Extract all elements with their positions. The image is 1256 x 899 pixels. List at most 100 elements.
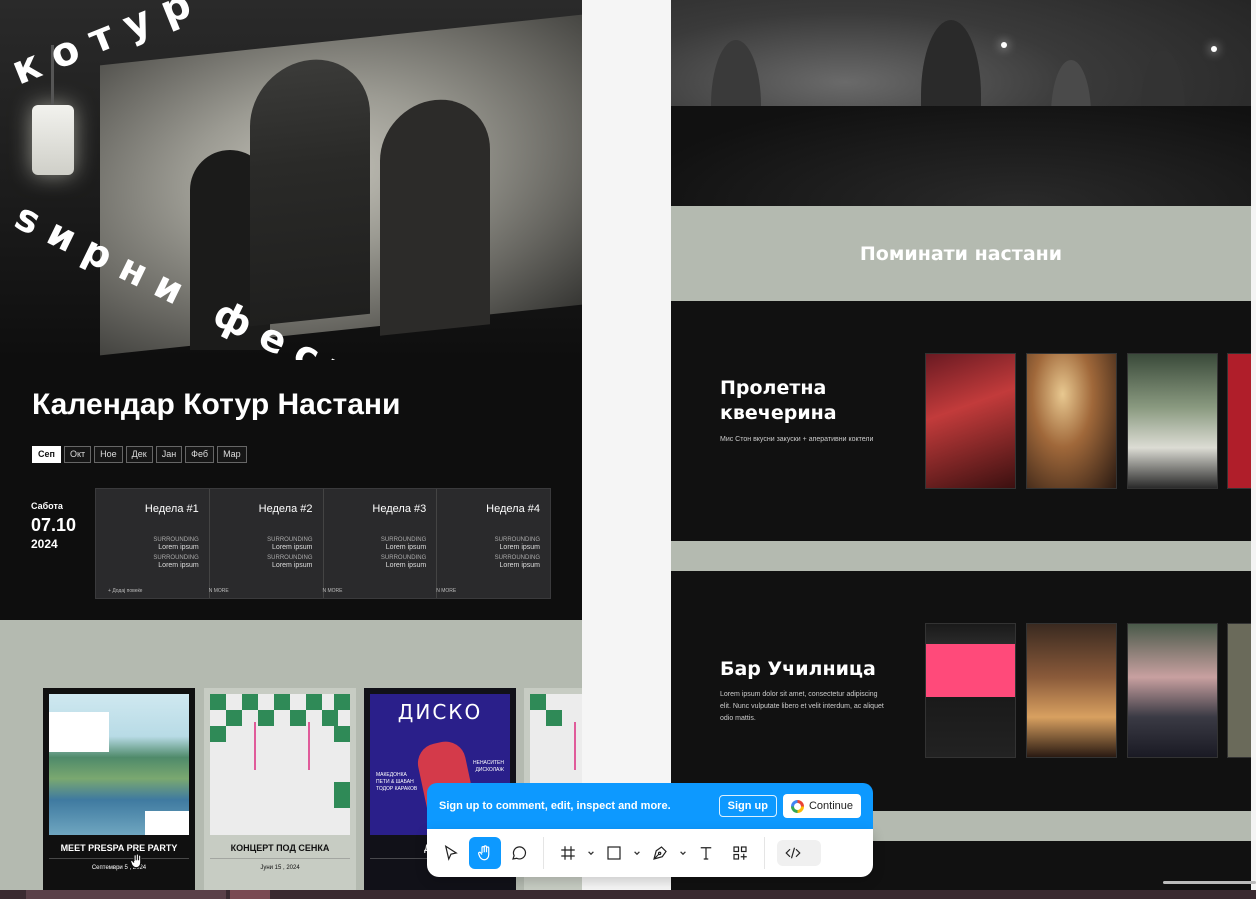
month-tab-mar[interactable]: Мар — [217, 446, 247, 463]
year-label: 2024 — [31, 537, 58, 551]
event-date: Септември 5 , 2024 — [91, 865, 147, 871]
day-month-label: 07.10 — [31, 515, 77, 535]
code-brackets-icon — [785, 847, 801, 859]
sign-up-button[interactable]: Sign up — [718, 795, 777, 817]
week-column[interactable]: Недела #3 SURROUNDING Lorem ipsum SURROUN… — [323, 489, 438, 598]
event-date: Јуни 15 , 2024 — [260, 865, 300, 871]
hand-icon — [478, 845, 490, 861]
past-event-card[interactable]: Пролетна квечерина Мис Стон вкусни закус… — [671, 301, 1251, 541]
shape-tool[interactable] — [598, 837, 630, 869]
event-photo[interactable] — [925, 623, 1016, 758]
past-event-title: Пролетна квечерина — [720, 377, 837, 424]
chevron-down-icon — [680, 851, 686, 856]
event-slot[interactable]: SURROUNDING Lorem ipsum — [267, 555, 312, 569]
dev-mode-toggle[interactable] — [777, 840, 821, 866]
more-link[interactable]: N MORE — [436, 588, 456, 594]
dev-mode-button[interactable] — [781, 841, 805, 865]
event-card[interactable]: MEET PRESPA PRE PARTY Септември 5 , 2024 — [43, 688, 195, 890]
event-slot[interactable]: SURROUNDING Lorem ipsum — [267, 537, 312, 551]
event-photo[interactable] — [1227, 353, 1251, 489]
chevron-down-icon — [588, 851, 594, 856]
event-slot[interactable]: SURROUNDING Lorem ipsum — [153, 555, 198, 569]
horizontal-scrollbar[interactable] — [1163, 881, 1256, 884]
poster-lineup: МАКЕДОНКА ПЕТИ & ШАБАН ТОДОР КАРАКОВ — [376, 772, 418, 792]
past-event-title: Бар Училница — [720, 658, 876, 680]
week-grid: Недела #1 SURROUNDING Lorem ipsum SURROUN… — [95, 488, 551, 599]
past-event-card[interactable]: Бар Училница Lorem ipsum dolor sit amet,… — [671, 571, 1251, 811]
components-grid-icon — [733, 846, 747, 860]
cursor-arrow-icon — [444, 844, 458, 861]
move-tool[interactable] — [435, 837, 467, 869]
comment-tool[interactable] — [503, 837, 535, 869]
event-photo[interactable] — [1127, 623, 1218, 758]
event-poster — [49, 694, 189, 835]
month-tab-oct[interactable]: Окт — [63, 446, 92, 463]
week-column[interactable]: Недела #1 SURROUNDING Lorem ipsum SURROUN… — [96, 489, 210, 598]
event-photo[interactable] — [1127, 353, 1218, 489]
hero-film-image: котур ѕирни фестивал — [0, 0, 582, 360]
calendar-frame: котур ѕирни фестивал Календар Котур Наст… — [0, 0, 582, 890]
poster-title: ДИСКО — [397, 700, 483, 724]
frame-tool[interactable] — [552, 837, 584, 869]
signup-banner-text: Sign up to comment, edit, inspect and mo… — [439, 800, 671, 812]
past-event-desc: Мис Стон вкусни закуски + аперативни кок… — [720, 436, 874, 443]
week-label: Недела #2 — [258, 503, 313, 515]
google-icon — [790, 799, 804, 813]
event-photo[interactable] — [1227, 623, 1251, 758]
month-tab-nov[interactable]: Ное — [94, 446, 123, 463]
month-tab-sep[interactable]: Сеп — [32, 446, 61, 463]
hand-tool[interactable] — [469, 837, 501, 869]
month-tabs: Сеп Окт Ное Дек Јан Феб Мар — [32, 446, 247, 463]
more-link[interactable]: N MORE — [209, 588, 229, 594]
resources-tool[interactable] — [724, 837, 756, 869]
comment-bubble-icon — [512, 846, 527, 860]
event-slot[interactable]: SURROUNDING Lorem ipsum — [381, 555, 426, 569]
event-photo[interactable] — [925, 353, 1016, 489]
add-more-link[interactable]: + Додај повеќе — [108, 588, 142, 594]
month-tab-jan[interactable]: Јан — [155, 446, 183, 463]
pen-tool[interactable] — [644, 837, 676, 869]
event-name: КОНЦЕРТ ПОД СЕНКА — [210, 843, 350, 859]
event-poster — [210, 694, 350, 835]
past-events-frame: Поминати настани Пролетна квечерина Мис … — [671, 0, 1251, 890]
shape-tool-menu[interactable] — [632, 837, 642, 869]
signup-banner: Sign up to comment, edit, inspect and mo… — [427, 783, 873, 829]
text-tool[interactable] — [690, 837, 722, 869]
calendar-title: Календар Котур Настани — [32, 388, 401, 421]
event-slot[interactable]: SURROUNDING Lorem ipsum — [153, 537, 198, 551]
month-tab-feb[interactable]: Феб — [185, 446, 215, 463]
past-events-title: Поминати настани — [859, 242, 1063, 265]
frame-hash-icon — [561, 846, 575, 860]
chevron-down-icon — [634, 851, 640, 856]
event-slot[interactable]: SURROUNDING Lorem ipsum — [495, 555, 540, 569]
week-column[interactable]: Недела #2 SURROUNDING Lorem ipsum SURROUN… — [209, 489, 324, 598]
event-slot[interactable]: SURROUNDING Lorem ipsum — [381, 537, 426, 551]
past-events-header: Поминати настани — [671, 206, 1251, 301]
pen-nib-icon — [653, 846, 667, 860]
past-event-desc: Lorem ipsum dolor sit amet, consectetur … — [720, 691, 884, 722]
event-name: MEET PRESPA PRE PARTY — [49, 843, 189, 859]
frame-tool-menu[interactable] — [586, 837, 596, 869]
month-tab-dec[interactable]: Дек — [125, 446, 153, 463]
week-label: Недела #1 — [144, 503, 199, 515]
os-taskbar — [0, 890, 1256, 899]
figma-toolbar — [427, 829, 873, 877]
event-photo[interactable] — [1026, 353, 1117, 489]
continue-with-google-button[interactable]: Continue — [782, 794, 861, 818]
lantern-illustration — [32, 45, 74, 175]
poster-lineup: НЕНАСИТЕН ДИСКОЛАЖ — [473, 760, 504, 773]
rectangle-icon — [607, 846, 621, 860]
text-t-icon — [700, 847, 712, 860]
event-slot[interactable]: SURROUNDING Lorem ipsum — [495, 537, 540, 551]
pen-tool-menu[interactable] — [678, 837, 688, 869]
week-column[interactable]: Недела #4 SURROUNDING Lorem ipsum SURROUN… — [436, 489, 550, 598]
selected-date: Сабота 07.10 2024 — [31, 501, 76, 551]
more-link[interactable]: N MORE — [323, 588, 343, 594]
weekday-label: Сабота — [31, 501, 63, 511]
band-photo — [671, 0, 1251, 206]
event-photo[interactable] — [1026, 623, 1117, 758]
week-label: Недела #3 — [372, 503, 427, 515]
week-label: Недела #4 — [486, 503, 540, 515]
event-card[interactable]: КОНЦЕРТ ПОД СЕНКА Јуни 15 , 2024 — [204, 688, 356, 890]
figma-canvas[interactable]: котур ѕирни фестивал Календар Котур Наст… — [0, 0, 1256, 899]
